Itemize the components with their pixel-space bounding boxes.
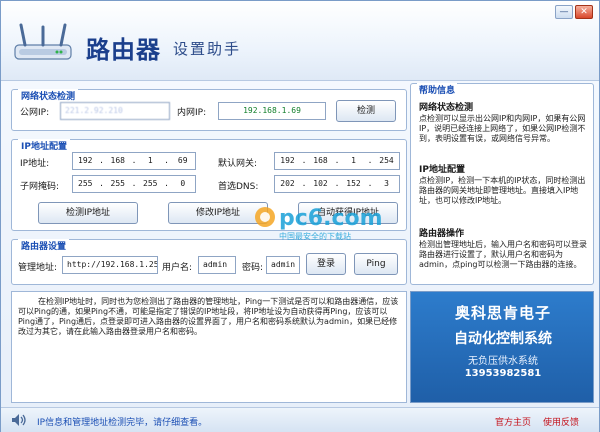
minimize-button[interactable]: — (555, 5, 573, 19)
network-status-group: 网络状态检测 公网IP: 221.2.92.210 内网IP: 192.168.… (11, 89, 407, 131)
ip-address-input[interactable]: 192. 168. 1. 69 (72, 152, 196, 170)
status-message: IP信息和管理地址检测完毕，请仔细查看。 (37, 418, 208, 428)
help-section-title: 路由器操作 (419, 229, 465, 239)
help-section-text: 检测出管理地址后，输入用户名和密码可以登录路由器进行设置了，默认用户名和密码为a… (419, 240, 587, 269)
ip-octet: 1 (147, 156, 153, 165)
help-section-text: 点检测可以显示出公网IP和内网IP，如果有公网IP，说明已经连接上网络了，如果公… (419, 114, 586, 143)
watermark-tagline: 中国最安全的下载站 (279, 231, 351, 241)
close-button[interactable]: ✕ (575, 5, 593, 19)
network-status-title: 网络状态检测 (18, 89, 79, 102)
ip-octet: 192 (78, 156, 93, 165)
mask-octet: 0 (180, 179, 186, 188)
help-section-title: 网络状态检测 (419, 103, 474, 113)
dns-octet: 102 (313, 179, 328, 188)
public-ip-field[interactable]: 221.2.92.210 (60, 102, 170, 120)
ip-octet: 69 (177, 156, 188, 165)
ad-banner[interactable]: 奥科思肯电子 自动化控制系统 无负压供水系统 13953982581 (410, 291, 594, 403)
ip-config-title: IP地址配置 (18, 139, 70, 152)
status-bar: IP信息和管理地址检测完毕，请仔细查看。 官方主页 使用反馈 (1, 407, 599, 432)
app-window: 路由器 设置助手 — ✕ 网络状态检测 公网IP: 221.2.92.210 内… (0, 0, 600, 432)
app-title: 路由器 (86, 36, 161, 64)
detect-button[interactable]: 检测 (336, 100, 396, 122)
ad-line-system: 无负压供水系统 (468, 356, 538, 367)
username-label: 用户名: (162, 263, 193, 273)
app-subtitle: 设置助手 (173, 40, 242, 58)
help-section-title: IP地址配置 (419, 165, 465, 175)
dns-octet: 202 (280, 179, 295, 188)
header: 路由器 设置助手 — ✕ (1, 1, 599, 81)
watermark-brand: pc6.com (279, 206, 383, 231)
admin-address-label: 管理地址: (18, 263, 58, 273)
close-icon: ✕ (580, 7, 588, 17)
ad-line-phone: 13953982581 (464, 368, 542, 379)
ad-line-company: 奥科思肯电子 (454, 304, 551, 322)
router-settings-group: 路由器设置 管理地址: http://192.168.1.254 用户名: ad… (11, 239, 407, 285)
public-ip-label: 公网IP: (20, 108, 50, 118)
gateway-octet: 254 (379, 156, 394, 165)
mask-octet: 255 (110, 179, 125, 188)
admin-address-input[interactable]: http://192.168.1.254 (62, 256, 158, 274)
watermark-logo: pc6.com 中国最安全的下载站 (255, 206, 383, 241)
mask-octet: 255 (143, 179, 158, 188)
speaker-icon[interactable] (11, 413, 27, 427)
subnet-mask-label: 子网掩码: (20, 182, 60, 192)
info-log: 在检测IP地址时，同时也为您检测出了路由器的管理地址，Ping一下测试是否可以和… (11, 291, 407, 403)
subnet-mask-input[interactable]: 255. 255. 255. 0 (72, 175, 196, 193)
gateway-input[interactable]: 192. 168. 1. 254 (274, 152, 400, 170)
help-title: 帮助信息 (417, 83, 458, 96)
gateway-octet: 192 (280, 156, 295, 165)
password-input[interactable]: admin (266, 256, 300, 274)
help-section-text: 点检测IP，检测一下本机的IP状态，同时检测出路由器的网关地址即管理地址。直接填… (419, 176, 586, 205)
username-input[interactable]: admin (198, 256, 236, 274)
ad-line-product: 自动化控制系统 (454, 331, 552, 347)
router-icon (14, 23, 72, 60)
dns-octet: 3 (384, 179, 389, 188)
dns-label: 首选DNS: (218, 182, 259, 192)
help-panel: 帮助信息 网络状态检测 点检测可以显示出公网IP和内网IP，如果有公网IP，说明… (410, 83, 594, 285)
ip-octet: 168 (110, 156, 125, 165)
dns-octet: 152 (346, 179, 361, 188)
gateway-label: 默认网关: (218, 159, 258, 169)
private-ip-label: 内网IP: (177, 108, 207, 118)
private-ip-field[interactable]: 192.168.1.69 (218, 102, 326, 120)
feedback-link[interactable]: 使用反馈 (543, 415, 579, 428)
ip-address-label: IP地址: (20, 159, 50, 169)
ping-button[interactable]: Ping (354, 253, 398, 275)
password-label: 密码: (242, 263, 264, 273)
dns-input[interactable]: 202. 102. 152. 3 (274, 175, 400, 193)
mask-octet: 255 (78, 179, 93, 188)
window-controls: — ✕ (555, 5, 593, 19)
login-button[interactable]: 登录 (306, 253, 346, 275)
check-ip-button[interactable]: 检测IP地址 (38, 202, 138, 224)
gateway-octet: 1 (351, 156, 356, 165)
home-link[interactable]: 官方主页 (495, 415, 531, 428)
minimize-icon: — (559, 7, 569, 17)
gateway-octet: 168 (313, 156, 328, 165)
router-settings-title: 路由器设置 (18, 239, 70, 252)
